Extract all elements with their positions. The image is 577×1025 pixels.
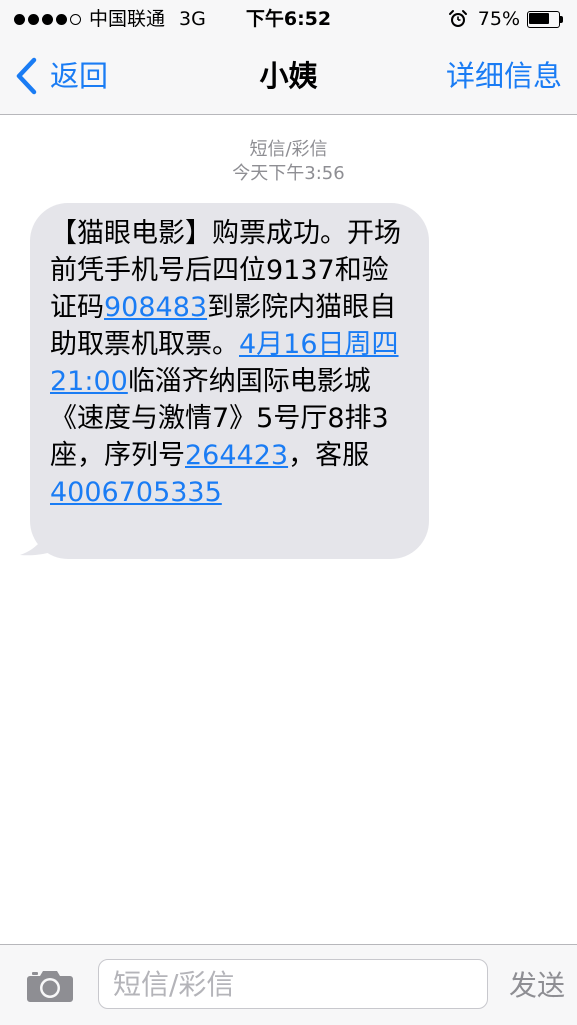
message-link[interactable]: 4006705335 — [50, 477, 222, 508]
message-link[interactable]: 908483 — [104, 292, 207, 323]
received-message[interactable]: 【猫眼电影】购票成功。开场前凭手机号后四位9137和验证码908483到影院内猫… — [20, 203, 429, 559]
status-bar: 中国联通 3G 下午6:52 75% — [0, 0, 577, 38]
battery-icon — [527, 10, 563, 28]
message-meta: 短信/彩信 今天下午3:56 — [0, 138, 577, 186]
details-button[interactable]: 详细信息 — [446, 56, 562, 96]
navigation-bar: 返回 小姨 详细信息 — [0, 38, 577, 115]
message-text: 【猫眼电影】购票成功。开场前凭手机号后四位9137和验证码908483到影院内猫… — [50, 215, 410, 511]
alarm-clock-icon — [448, 10, 467, 27]
message-link[interactable]: 264423 — [185, 440, 288, 471]
message-text-part: ，客服 — [288, 440, 370, 471]
input-bar: 发送 — [0, 944, 577, 1025]
message-timestamp: 今天下午3:56 — [232, 163, 345, 184]
camera-icon[interactable] — [26, 967, 74, 1003]
message-input[interactable] — [98, 959, 488, 1009]
message-type-label: 短信/彩信 — [249, 139, 328, 160]
status-right: 75% — [448, 7, 563, 31]
send-button[interactable]: 发送 — [509, 969, 565, 1003]
battery-percent: 75% — [477, 8, 520, 30]
